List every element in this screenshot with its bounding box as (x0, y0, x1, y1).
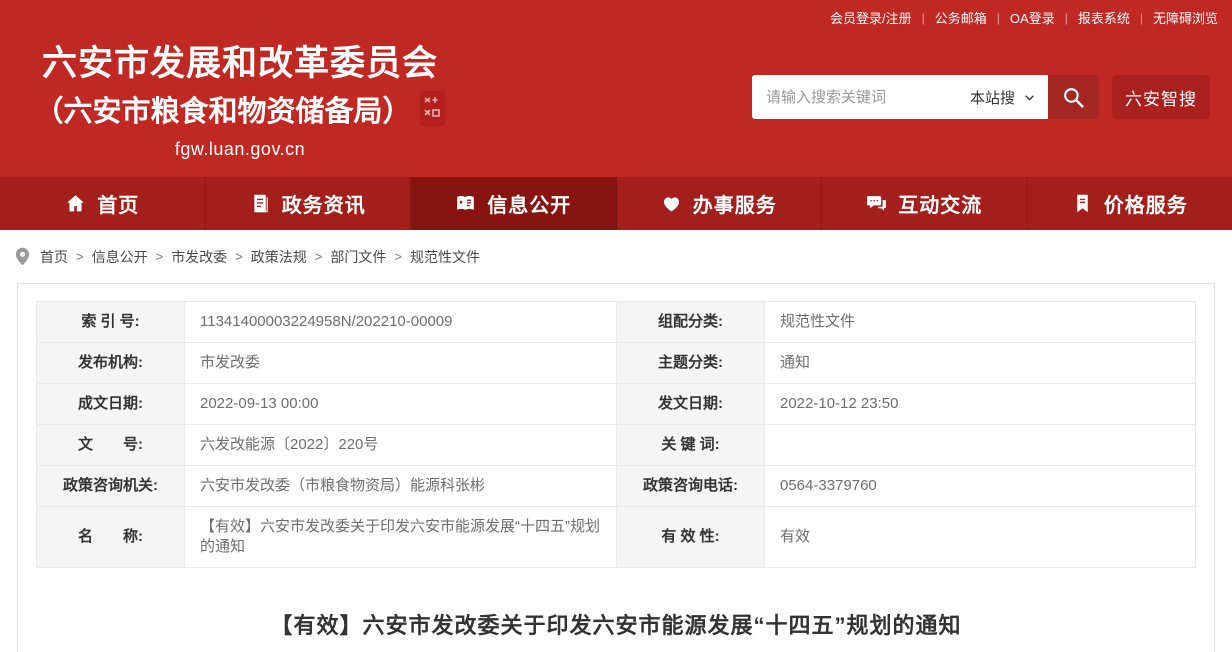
nav-item-label: 首页 (97, 189, 139, 218)
breadcrumb-link[interactable]: 市发改委 (171, 247, 227, 267)
nav-item-label: 互动交流 (898, 189, 982, 218)
breadcrumb-link[interactable]: 信息公开 (92, 247, 148, 267)
seal-icon (419, 90, 446, 127)
nav-item-interaction[interactable]: 互动交流 (822, 177, 1028, 230)
chevron-down-icon (1023, 91, 1036, 104)
book-icon (455, 193, 476, 214)
meta-label: 政策咨询电话: (617, 466, 765, 507)
search-area: 本站搜 六安智搜 (752, 75, 1210, 119)
breadcrumb-link[interactable]: 政策法规 (251, 247, 307, 267)
meta-value: 11341400003224958N/202210-00009 (185, 302, 617, 343)
meta-label: 有 效 性: (617, 507, 765, 568)
table-row: 成文日期: 2022-09-13 00:00 发文日期: 2022-10-12 … (37, 384, 1196, 425)
topbar-link[interactable]: 无障碍浏览 (1153, 8, 1218, 27)
meta-label: 名 称: (37, 507, 185, 568)
main-nav: 首页 政务资讯 信息公开 办事服务 互动交流 价格服务 (0, 177, 1232, 230)
breadcrumb-separator: > (156, 249, 164, 264)
breadcrumb-link[interactable]: 部门文件 (330, 247, 386, 267)
meta-label: 政策咨询机关: (37, 466, 185, 507)
topbar-separator: | (1140, 11, 1143, 25)
nav-item-home[interactable]: 首页 (0, 177, 206, 230)
breadcrumb-separator: > (235, 249, 243, 264)
nav-item-news[interactable]: 政务资讯 (206, 177, 412, 230)
content-panel: 索 引 号: 11341400003224958N/202210-00009 组… (17, 283, 1215, 652)
meta-value: 通知 (765, 343, 1196, 384)
nav-item-services[interactable]: 办事服务 (617, 177, 823, 230)
meta-value: 六发改能源〔2022〕220号 (185, 425, 617, 466)
nav-item-price[interactable]: 价格服务 (1028, 177, 1232, 230)
table-row: 文 号: 六发改能源〔2022〕220号 关 键 词: (37, 425, 1196, 466)
nav-item-info-disclosure[interactable]: 信息公开 (411, 177, 617, 230)
breadcrumb: 首页 > 信息公开 > 市发改委 > 政策法规 > 部门文件 > (0, 230, 1232, 283)
site-subtitle: （六安市粮食和物资储备局） (34, 88, 411, 130)
heart-icon (661, 193, 682, 214)
topbar-link[interactable]: OA登录 (1010, 8, 1055, 27)
topbar-links: 会员登录/注册 | 公务邮箱 | OA登录 | 报表系统 | 无障碍浏览 | (830, 8, 1218, 27)
topbar-separator: | (922, 11, 925, 25)
doc-icon (250, 193, 271, 214)
breadcrumb-separator: > (76, 249, 84, 264)
meta-value: 有效 (765, 507, 1196, 568)
breadcrumb-separator: > (394, 249, 402, 264)
topbar-link[interactable]: 公务邮箱 (935, 8, 987, 27)
meta-label: 索 引 号: (37, 302, 185, 343)
chat-icon (866, 193, 887, 214)
location-pin-icon (15, 247, 30, 266)
topbar-link[interactable]: 报表系统 (1078, 8, 1130, 27)
article-title: 【有效】六安市发改委关于印发六安市能源发展“十四五”规划的通知 (36, 608, 1196, 640)
table-row: 政策咨询机关: 六安市发改委（市粮食物资局）能源科张彬 政策咨询电话: 0564… (37, 466, 1196, 507)
site-title[interactable]: 六安市发展和改革委员会 (14, 42, 466, 86)
meta-value (765, 425, 1196, 466)
meta-label: 文 号: (37, 425, 185, 466)
breadcrumb-separator: > (315, 249, 323, 264)
breadcrumb-link[interactable]: 首页 (40, 247, 68, 267)
search-field: 本站搜 (752, 75, 1048, 119)
site-brand: 六安市发展和改革委员会 （六安市粮食和物资储备局） fgw.luan.gov.c… (14, 42, 466, 160)
meta-value: 0564-3379760 (765, 466, 1196, 507)
meta-value: 六安市发改委（市粮食物资局）能源科张彬 (185, 466, 617, 507)
meta-label: 发文日期: (617, 384, 765, 425)
meta-value: 2022-09-13 00:00 (185, 384, 617, 425)
meta-label: 关 键 词: (617, 425, 765, 466)
meta-label: 组配分类: (617, 302, 765, 343)
table-row: 发布机构: 市发改委 主题分类: 通知 (37, 343, 1196, 384)
topbar-link[interactable]: 会员登录/注册 (830, 8, 912, 27)
meta-value: 【有效】六安市发改委关于印发六安市能源发展“十四五”规划的通知 (185, 507, 617, 568)
smart-search-button[interactable]: 六安智搜 (1112, 75, 1210, 119)
home-icon (65, 193, 86, 214)
search-input[interactable] (752, 89, 964, 106)
site-header: 会员登录/注册 | 公务邮箱 | OA登录 | 报表系统 | 无障碍浏览 | (0, 0, 1232, 177)
nav-item-label: 办事服务 (693, 189, 777, 218)
meta-label: 发布机构: (37, 343, 185, 384)
search-scope-select[interactable]: 本站搜 (964, 87, 1048, 108)
doc-meta-table: 索 引 号: 11341400003224958N/202210-00009 组… (36, 301, 1196, 568)
search-button[interactable] (1048, 75, 1099, 119)
meta-value: 市发改委 (185, 343, 617, 384)
nav-item-label: 价格服务 (1104, 189, 1188, 218)
breadcrumb-list: 首页 > 信息公开 > 市发改委 > 政策法规 > 部门文件 > (40, 247, 480, 267)
topbar-separator: | (1065, 11, 1068, 25)
nav-item-label: 信息公开 (487, 189, 571, 218)
meta-label: 成文日期: (37, 384, 185, 425)
topbar-separator: | (997, 11, 1000, 25)
meta-value: 规范性文件 (765, 302, 1196, 343)
site-domain: fgw.luan.gov.cn (14, 139, 466, 160)
nav-item-label: 政务资讯 (282, 189, 366, 218)
search-scope-label: 本站搜 (970, 87, 1015, 108)
bookmark-icon (1072, 193, 1093, 214)
table-row: 索 引 号: 11341400003224958N/202210-00009 组… (37, 302, 1196, 343)
breadcrumb-link[interactable]: 规范性文件 (410, 247, 480, 267)
table-row: 名 称: 【有效】六安市发改委关于印发六安市能源发展“十四五”规划的通知 有 效… (37, 507, 1196, 568)
meta-value: 2022-10-12 23:50 (765, 384, 1196, 425)
magnifier-icon (1061, 85, 1086, 110)
meta-label: 主题分类: (617, 343, 765, 384)
